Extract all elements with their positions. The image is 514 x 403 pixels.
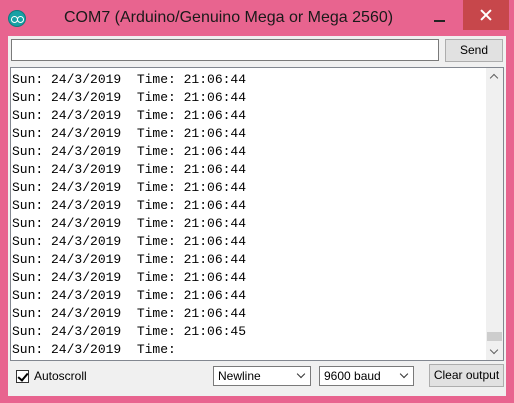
output-line: Sun: 24/3/2019 Time: 21:06:44 [12, 306, 247, 321]
output-line: Sun: 24/3/2019 Time: 21:06:44 [12, 162, 247, 177]
clear-output-button[interactable]: Clear output [429, 364, 504, 387]
baud-rate-value: 9600 baud [324, 369, 381, 383]
vertical-scrollbar[interactable] [486, 68, 503, 360]
output-line: Sun: 24/3/2019 Time: 21:06:44 [12, 270, 247, 285]
output-line: Sun: 24/3/2019 Time: 21:06:44 [12, 216, 247, 231]
line-ending-value: Newline [218, 369, 261, 383]
output-line: Sun: 24/3/2019 Time: 21:06:44 [12, 180, 247, 195]
scroll-thumb[interactable] [487, 332, 502, 341]
autoscroll-checkbox[interactable] [16, 370, 29, 383]
title-bar[interactable]: COM7 (Arduino/Genuino Mega or Mega 2560) [0, 0, 514, 36]
output-line: Sun: 24/3/2019 Time: 21:06:45 [12, 324, 247, 339]
minimize-icon[interactable] [432, 6, 448, 28]
bottom-bar: Autoscroll Newline 9600 baud Clear outpu… [8, 363, 506, 396]
line-ending-select[interactable]: Newline [213, 366, 311, 386]
autoscroll-label: Autoscroll [34, 369, 87, 383]
output-line: Sun: 24/3/2019 Time: 21:06:44 [12, 144, 247, 159]
serial-monitor-body: Send Sun: 24/3/2019 Time: 21:06:44 Sun: 2… [8, 36, 506, 396]
arduino-icon [8, 10, 26, 27]
send-input[interactable] [11, 39, 439, 61]
scroll-up-icon[interactable] [486, 68, 503, 85]
serial-monitor-window: COM7 (Arduino/Genuino Mega or Mega 2560)… [0, 0, 514, 403]
output-line: Sun: 24/3/2019 Time: 21:06:44 [12, 198, 247, 213]
scroll-down-icon[interactable] [486, 343, 503, 360]
output-line: Sun: 24/3/2019 Time: 21:06:44 [12, 90, 247, 105]
baud-rate-select[interactable]: 9600 baud [319, 366, 414, 386]
close-icon[interactable] [463, 0, 509, 30]
output-line: Sun: 24/3/2019 Time: [12, 342, 176, 357]
output-line: Sun: 24/3/2019 Time: 21:06:44 [12, 126, 247, 141]
output-line: Sun: 24/3/2019 Time: 21:06:44 [12, 252, 247, 267]
output-line: Sun: 24/3/2019 Time: 21:06:44 [12, 288, 247, 303]
chevron-down-icon [296, 369, 306, 379]
output-line: Sun: 24/3/2019 Time: 21:06:44 [12, 108, 247, 123]
output-lines: Sun: 24/3/2019 Time: 21:06:44 Sun: 24/3/2… [12, 68, 486, 359]
chevron-down-icon [399, 369, 409, 379]
output-line: Sun: 24/3/2019 Time: 21:06:44 [12, 234, 247, 249]
window-title: COM7 (Arduino/Genuino Mega or Mega 2560) [64, 9, 394, 26]
output-line: Sun: 24/3/2019 Time: 21:06:44 [12, 72, 247, 87]
send-button[interactable]: Send [445, 39, 503, 62]
serial-output[interactable]: Sun: 24/3/2019 Time: 21:06:44 Sun: 24/3/2… [10, 67, 504, 361]
